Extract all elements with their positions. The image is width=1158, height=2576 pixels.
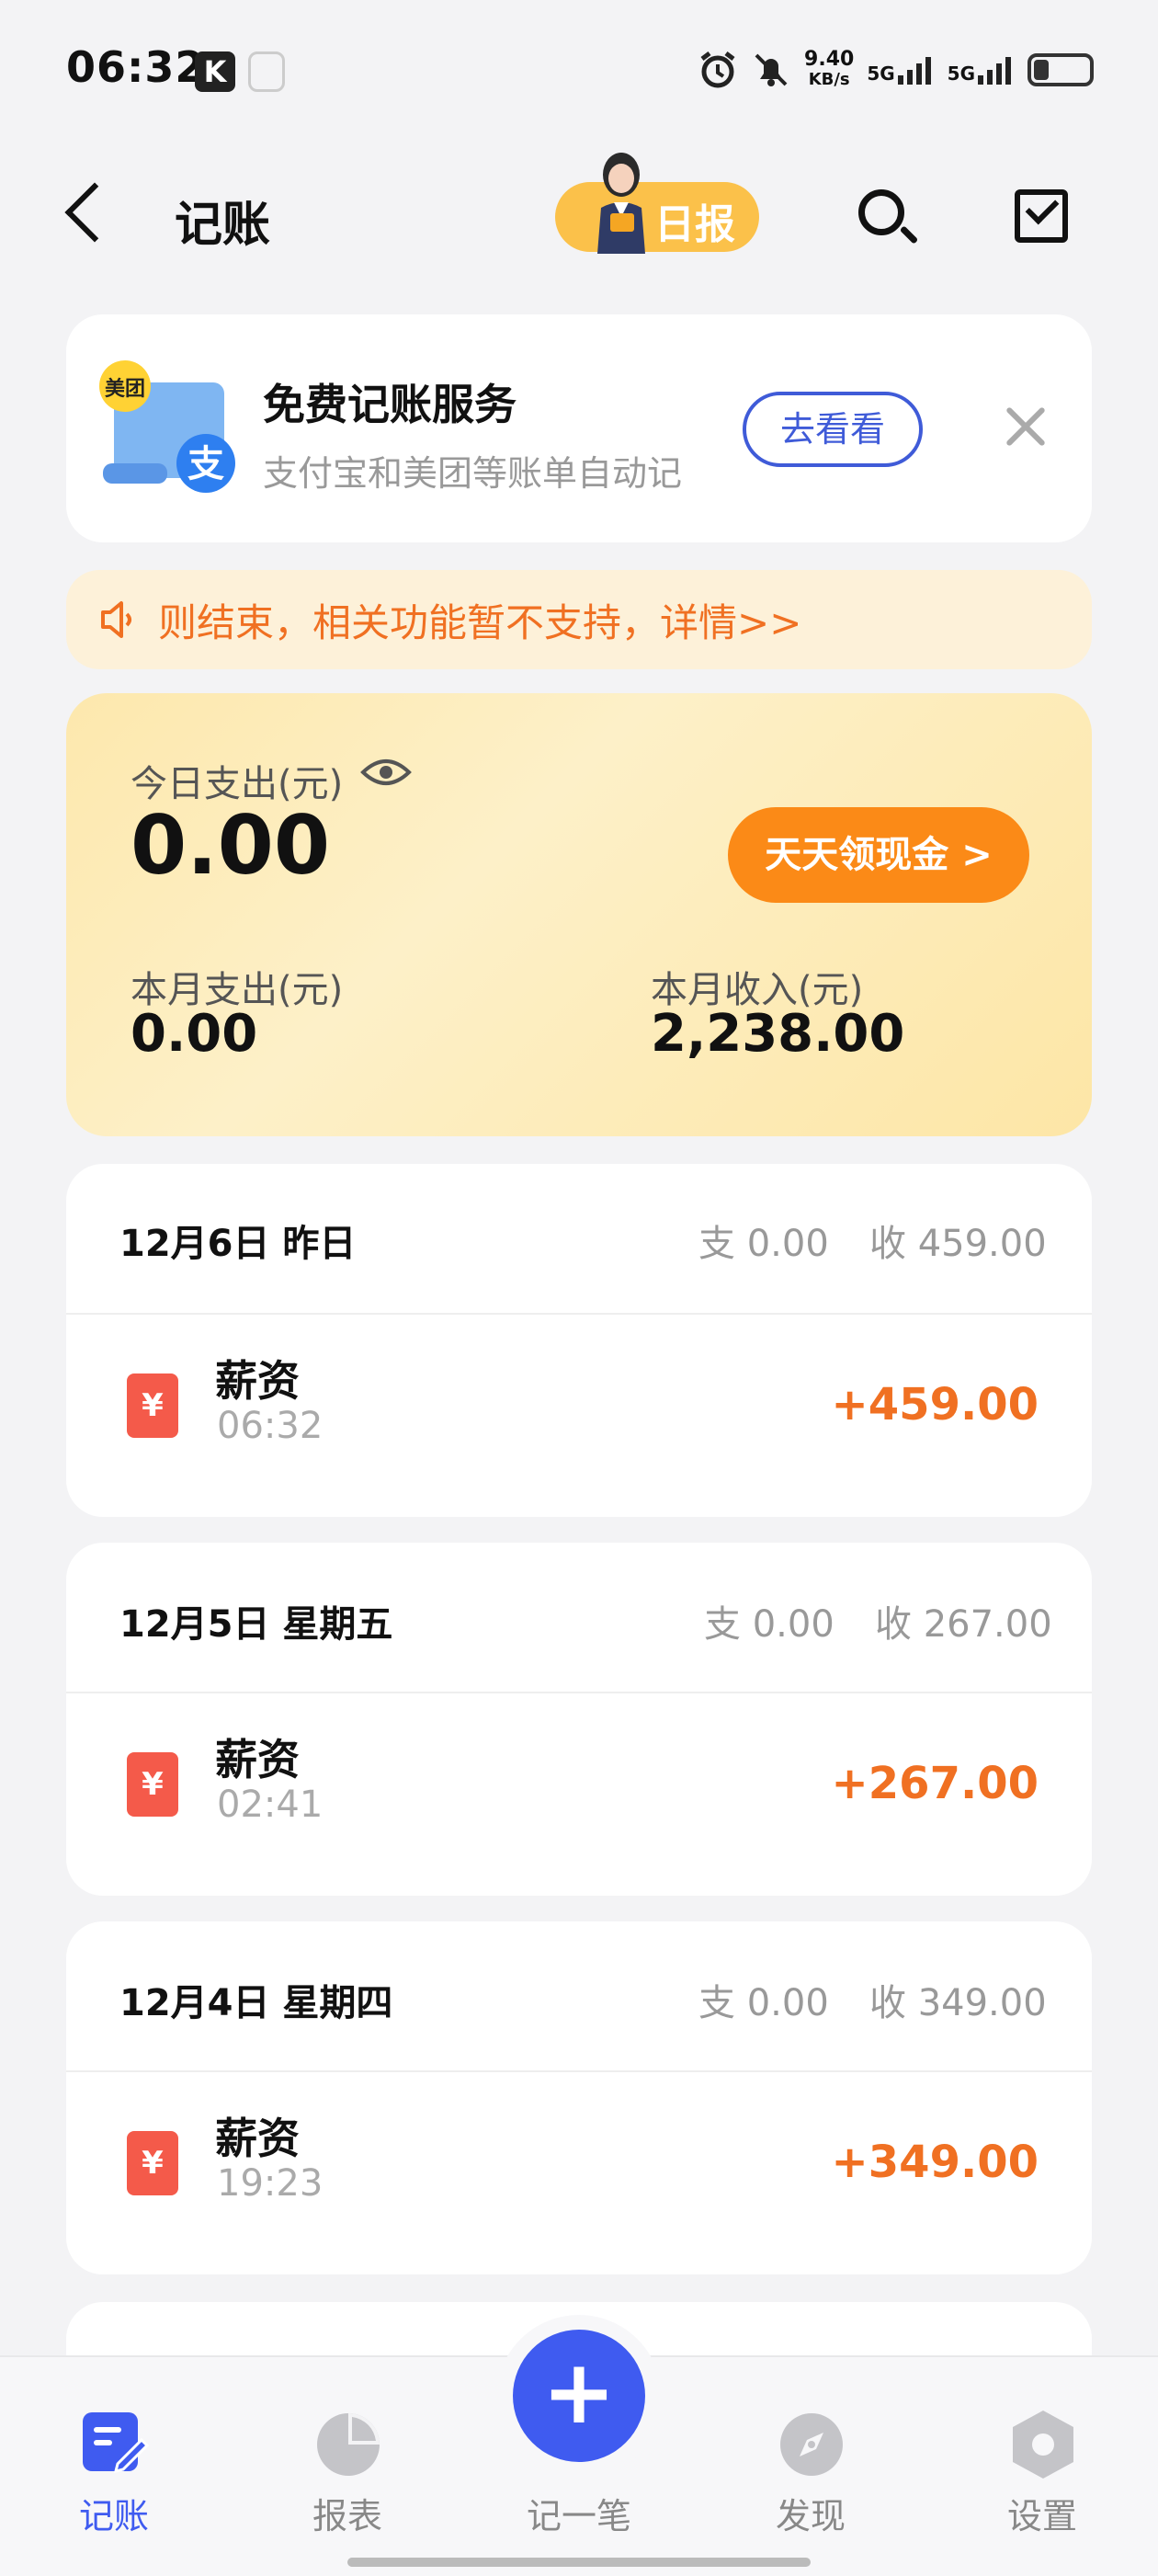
day-expense-total: 支 0.00 <box>704 1603 834 1646</box>
nav-label-add[interactable]: 记一笔 <box>496 2488 662 2538</box>
meituan-badge: 美团 <box>105 377 145 401</box>
transaction-amount: +459.00 <box>831 1379 1039 1430</box>
transaction-name: 薪资 <box>215 1735 300 1784</box>
day-income-total: 收 459.00 <box>869 1223 1047 1265</box>
nav-item-discover[interactable]: 发现 <box>728 2390 893 2537</box>
notice-text[interactable]: 则结束，相关功能暂不支持，详情>> <box>158 592 1068 648</box>
day-date: 12月5日 星期五 <box>119 1603 393 1646</box>
search-icon[interactable] <box>858 189 904 235</box>
transaction-name: 薪资 <box>215 1356 300 1406</box>
promo-title: 免费记账服务 <box>263 380 517 429</box>
status-time: 06:32 <box>66 42 206 92</box>
yen-icon: ¥ <box>127 2131 178 2195</box>
status-right-group: 9.40 KB/s 5G 5G <box>698 44 1094 96</box>
promo-view-button[interactable]: 去看看 <box>743 392 923 467</box>
sim2-signal: 5G <box>948 55 1015 85</box>
network-speed: 9.40 KB/s <box>804 50 854 90</box>
compass-icon <box>780 2413 843 2476</box>
signal-icon <box>897 57 931 85</box>
today-expense-value: 0.00 <box>131 798 331 893</box>
month-income-value: 2,238.00 <box>651 1004 905 1064</box>
transaction-time: 06:32 <box>217 1405 324 1447</box>
close-icon[interactable] <box>1002 403 1050 450</box>
transaction-amount: +267.00 <box>831 1758 1039 1809</box>
pie-chart-icon <box>317 2413 380 2476</box>
day-date: 12月4日 星期四 <box>119 1982 393 2024</box>
assistant-avatar-icon <box>597 153 645 254</box>
back-chevron-icon[interactable] <box>64 182 125 243</box>
month-expense-value: 0.00 <box>131 1004 258 1064</box>
ledger-icon <box>83 2412 149 2474</box>
nav-label-discover: 发现 <box>775 2496 846 2536</box>
yen-icon: ¥ <box>127 1752 178 1817</box>
transaction-name: 薪资 <box>215 2114 300 2163</box>
page-title: 记账 <box>175 198 271 253</box>
nav-item-ledger[interactable]: 记账 <box>31 2390 197 2537</box>
status-bar: 06:32 K 9.40 KB/s 5G 5G <box>0 0 1158 138</box>
sim1-signal: 5G <box>867 55 934 85</box>
day-income-total: 收 349.00 <box>869 1982 1047 2024</box>
search-icon-handle <box>899 225 919 245</box>
signal-icon <box>978 57 1011 85</box>
hexagon-settings-icon <box>1013 2411 1073 2479</box>
network-speed-unit: KB/s <box>808 70 850 89</box>
transaction-time: 19:23 <box>217 2162 324 2205</box>
svg-text:支: 支 <box>187 443 224 485</box>
sim2-5g-label: 5G <box>947 63 975 85</box>
alarm-icon <box>700 51 735 88</box>
day-expense-total: 支 0.00 <box>698 1982 829 2024</box>
promo-subtitle: 支付宝和美团等账单自动记 <box>263 453 683 494</box>
app-k-icon: K <box>195 51 235 92</box>
day-date: 12月6日 昨日 <box>119 1223 357 1265</box>
nav-label-settings: 设置 <box>1006 2496 1077 2536</box>
transaction-amount: +349.00 <box>831 2137 1039 2188</box>
speaker-icon <box>101 601 131 638</box>
network-speed-value: 9.40 <box>804 48 855 71</box>
nav-item-report[interactable]: 报表 <box>265 2390 430 2537</box>
notification-icon <box>248 51 285 92</box>
home-indicator[interactable] <box>347 2558 811 2567</box>
nav-label-report: 报表 <box>312 2496 382 2536</box>
day-income-total: 收 267.00 <box>875 1603 1052 1646</box>
eye-icon[interactable] <box>360 756 412 789</box>
mute-bell-icon <box>755 53 788 86</box>
nav-label-ledger: 记账 <box>78 2496 149 2536</box>
yen-icon: ¥ <box>127 1373 178 1438</box>
bill-scroll-icon: 支 美团 <box>99 360 235 493</box>
daily-report-label: 日报 <box>654 201 735 248</box>
transaction-time: 02:41 <box>217 1784 324 1826</box>
sim1-5g-label: 5G <box>867 63 895 85</box>
battery-icon <box>1027 53 1094 86</box>
add-record-button[interactable]: + <box>513 2330 645 2462</box>
day-expense-total: 支 0.00 <box>698 1223 829 1265</box>
daily-cash-button[interactable]: 天天领现金 > <box>728 807 1029 903</box>
nav-item-settings[interactable]: 设置 <box>959 2390 1125 2537</box>
